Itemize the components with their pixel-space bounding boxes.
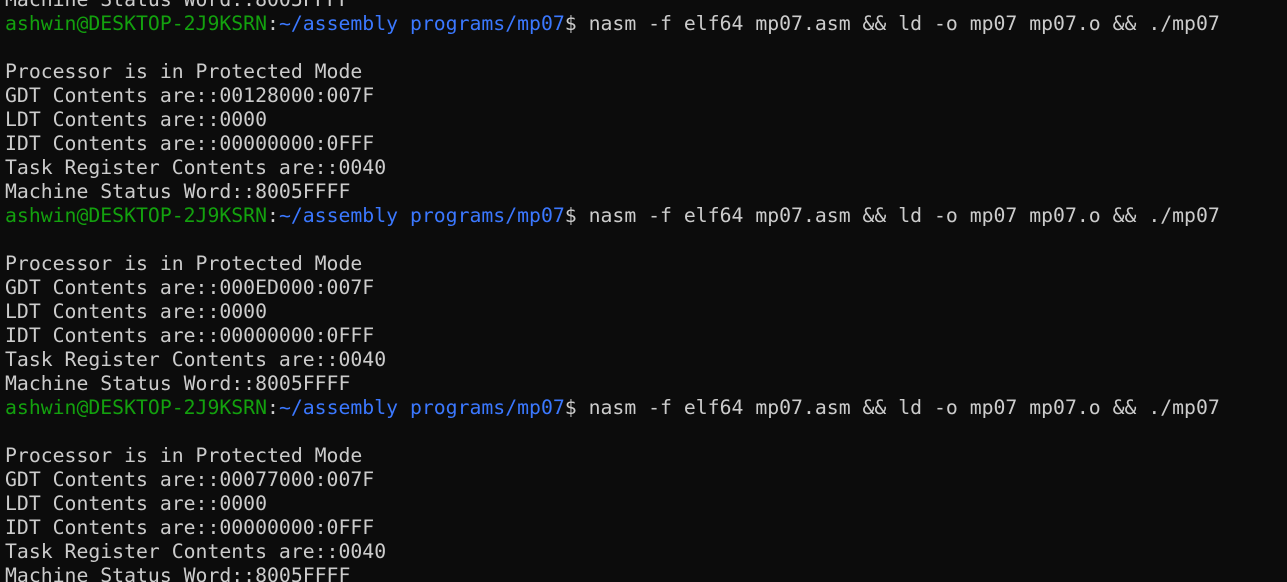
prompt-user-host: ashwin@DESKTOP-2J9KSRN [5,396,268,419]
output-line: Machine Status Word::8005FFFF [5,564,351,582]
output-line: Task Register Contents are::0040 [5,540,387,563]
output-line: IDT Contents are::00000000:0FFF [5,516,375,539]
output-line: IDT Contents are::00000000:0FFF [5,132,375,155]
prompt-separator: : [267,12,279,35]
prompt-path: ~/assembly programs/mp07 [278,204,565,227]
output-line: Machine Status Word::8005FFFF [5,180,351,203]
terminal-window[interactable]: Machine Status Word::8005FFFF ashwin@DES… [0,0,1287,582]
output-line: Task Register Contents are::0040 [5,348,387,371]
output-line: LDT Contents are::0000 [5,492,268,515]
output-line: Machine Status Word::8005FFFF [5,372,351,395]
output-line-clipped: Machine Status Word::8005FFFF [5,0,1220,12]
output-line: LDT Contents are::0000 [5,300,268,323]
output-line: GDT Contents are::000ED000:007F [5,276,375,299]
prompt-user-host: ashwin@DESKTOP-2J9KSRN [5,204,268,227]
output-line: GDT Contents are::00128000:007F [5,84,375,107]
command-text: nasm -f elf64 mp07.asm && ld -o mp07 mp0… [588,12,1220,35]
prompt-line: ashwin@DESKTOP-2J9KSRN:~/assembly progra… [5,12,1220,36]
prompt-line: ashwin@DESKTOP-2J9KSRN:~/assembly progra… [5,204,1220,228]
output-line: Task Register Contents are::0040 [5,156,387,179]
prompt-separator: : [267,396,279,419]
output-line: Processor is in Protected Mode [5,60,363,83]
prompt-symbol: $ [564,204,589,227]
terminal-output: Machine Status Word::8005FFFF ashwin@DES… [5,0,1220,582]
prompt-path: ~/assembly programs/mp07 [278,12,565,35]
prompt-path: ~/assembly programs/mp07 [278,396,565,419]
prompt-separator: : [267,204,279,227]
command-text: nasm -f elf64 mp07.asm && ld -o mp07 mp0… [588,204,1220,227]
command-text: nasm -f elf64 mp07.asm && ld -o mp07 mp0… [588,396,1220,419]
output-line: Processor is in Protected Mode [5,444,363,467]
output-line: IDT Contents are::00000000:0FFF [5,324,375,347]
output-line: GDT Contents are::00077000:007F [5,468,375,491]
prompt-symbol: $ [564,396,589,419]
output-line: LDT Contents are::0000 [5,108,268,131]
prompt-symbol: $ [564,12,589,35]
prompt-line: ashwin@DESKTOP-2J9KSRN:~/assembly progra… [5,396,1220,420]
prompt-user-host: ashwin@DESKTOP-2J9KSRN [5,12,268,35]
output-line: Processor is in Protected Mode [5,252,363,275]
